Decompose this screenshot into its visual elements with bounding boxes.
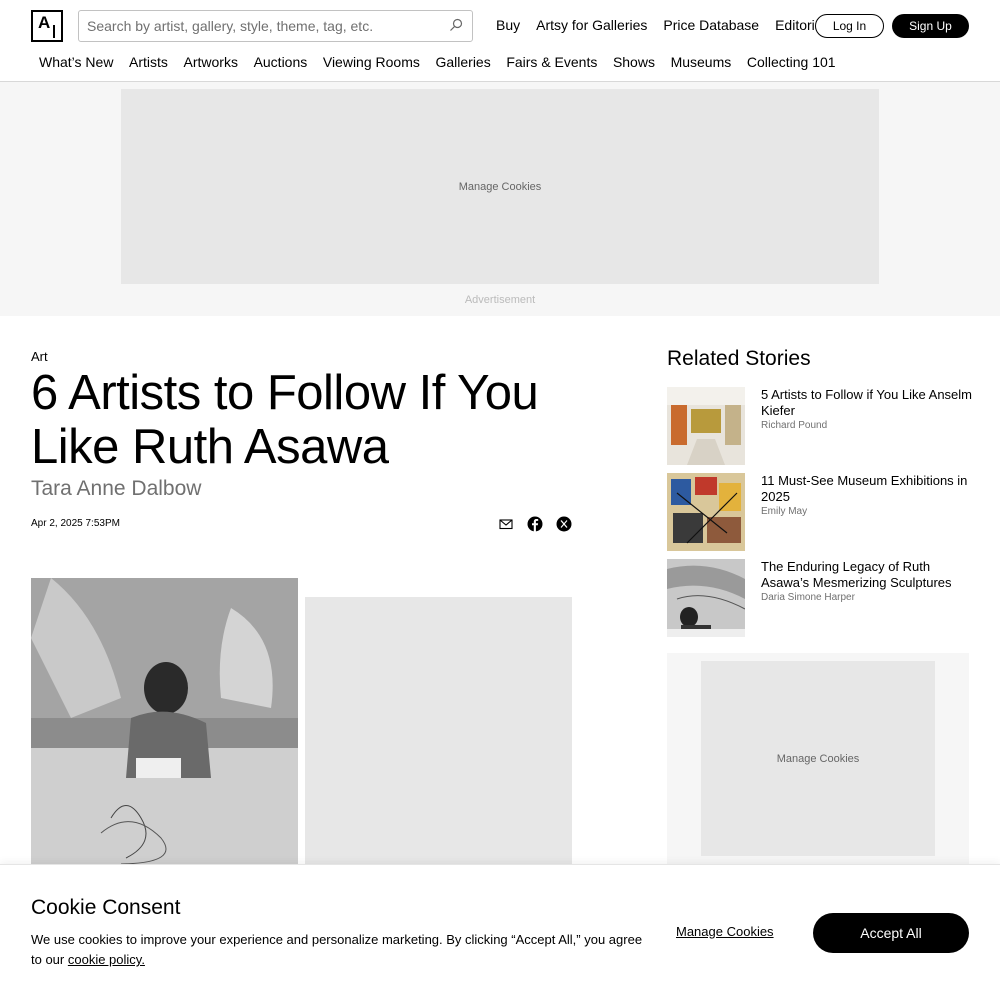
link-buy[interactable]: Buy	[496, 17, 520, 33]
article-headline: 6 Artists to Follow If You Like Ruth Asa…	[31, 366, 539, 474]
story-thumbnail[interactable]	[667, 559, 745, 637]
facebook-icon[interactable]	[527, 516, 543, 532]
article-photo-placeholder[interactable]	[305, 597, 572, 864]
link-price-database[interactable]: Price Database	[663, 17, 759, 33]
photo-illustration	[31, 578, 298, 864]
cookie-consent-banner: Cookie Consent We use cookies to improve…	[0, 864, 1000, 1000]
nav-galleries[interactable]: Galleries	[435, 54, 490, 70]
story-title[interactable]: The Enduring Legacy of Ruth Asawa’s Mesm…	[761, 559, 973, 591]
article-vertical[interactable]: Art	[31, 349, 48, 364]
advertisement-label: Advertisement	[464, 294, 536, 306]
nav-fairs-events[interactable]: Fairs & Events	[506, 54, 597, 70]
artsy-logo[interactable]: A	[31, 10, 63, 42]
link-artsy-for-galleries[interactable]: Artsy for Galleries	[536, 17, 647, 33]
search-input[interactable]	[79, 11, 439, 41]
mail-icon[interactable]	[498, 516, 514, 532]
nav-shows[interactable]: Shows	[613, 54, 655, 70]
nav-whats-new[interactable]: What’s New	[39, 54, 113, 70]
cookie-policy-link[interactable]: cookie policy.	[68, 952, 145, 967]
nav-auctions[interactable]: Auctions	[254, 54, 308, 70]
nav-museums[interactable]: Museums	[671, 54, 732, 70]
related-story[interactable]: 5 Artists to Follow if You Like Anselm K…	[667, 387, 972, 465]
asawa-sculpture-image	[667, 559, 745, 637]
story-title[interactable]: 11 Must-See Museum Exhibitions in 2025	[761, 473, 973, 505]
accept-all-button[interactable]: Accept All	[813, 913, 969, 953]
nav-artworks[interactable]: Artworks	[184, 54, 238, 70]
story-thumbnail[interactable]	[667, 387, 745, 465]
nav-artists[interactable]: Artists	[129, 54, 168, 70]
side-ad-slot[interactable]: Manage Cookies	[701, 661, 935, 856]
related-stories-title: Related Stories	[667, 347, 811, 370]
story-author: Daria Simone Harper	[761, 592, 855, 603]
nav-collecting-101[interactable]: Collecting 101	[747, 54, 836, 70]
ad-placeholder-text: Manage Cookies	[458, 180, 542, 193]
login-button[interactable]: Log In	[815, 14, 884, 38]
signup-button[interactable]: Sign Up	[892, 14, 969, 38]
story-title[interactable]: 5 Artists to Follow if You Like Anselm K…	[761, 387, 973, 419]
main-nav: What’s New Artists Artworks Auctions Vie…	[39, 54, 851, 70]
top-ad-band: Manage Cookies Advertisement	[0, 82, 1000, 316]
related-story[interactable]: The Enduring Legacy of Ruth Asawa’s Mesm…	[667, 559, 972, 637]
article-author[interactable]: Tara Anne Dalbow	[31, 477, 201, 501]
related-story[interactable]: 11 Must-See Museum Exhibitions in 2025 E…	[667, 473, 972, 551]
ad-placeholder-text: Manage Cookies	[776, 752, 860, 765]
article-photo-ruth-asawa[interactable]	[31, 578, 298, 864]
top-links: Buy Artsy for Galleries Price Database E…	[496, 17, 826, 33]
logo-letter: A	[38, 13, 51, 32]
story-author: Emily May	[761, 506, 808, 517]
search-icon[interactable]	[449, 18, 463, 32]
side-ad-band: Manage Cookies	[667, 653, 969, 868]
article-date: Apr 2, 2025 7:53PM	[31, 518, 120, 529]
site-header: A Buy Artsy for Galleries Price Database…	[0, 0, 1000, 82]
top-ad-slot[interactable]: Manage Cookies	[121, 89, 879, 284]
logo-bar	[53, 25, 55, 38]
cookie-body: We use cookies to improve your experienc…	[31, 930, 646, 970]
gallery-interior-image	[667, 387, 745, 465]
search-box	[78, 10, 473, 42]
x-icon[interactable]	[556, 516, 572, 532]
story-thumbnail[interactable]	[667, 473, 745, 551]
manage-cookies-button[interactable]: Manage Cookies	[676, 924, 774, 939]
cookie-title: Cookie Consent	[31, 896, 181, 919]
story-author: Richard Pound	[761, 420, 828, 431]
nav-viewing-rooms[interactable]: Viewing Rooms	[323, 54, 420, 70]
basquiat-painting-image	[667, 473, 745, 551]
